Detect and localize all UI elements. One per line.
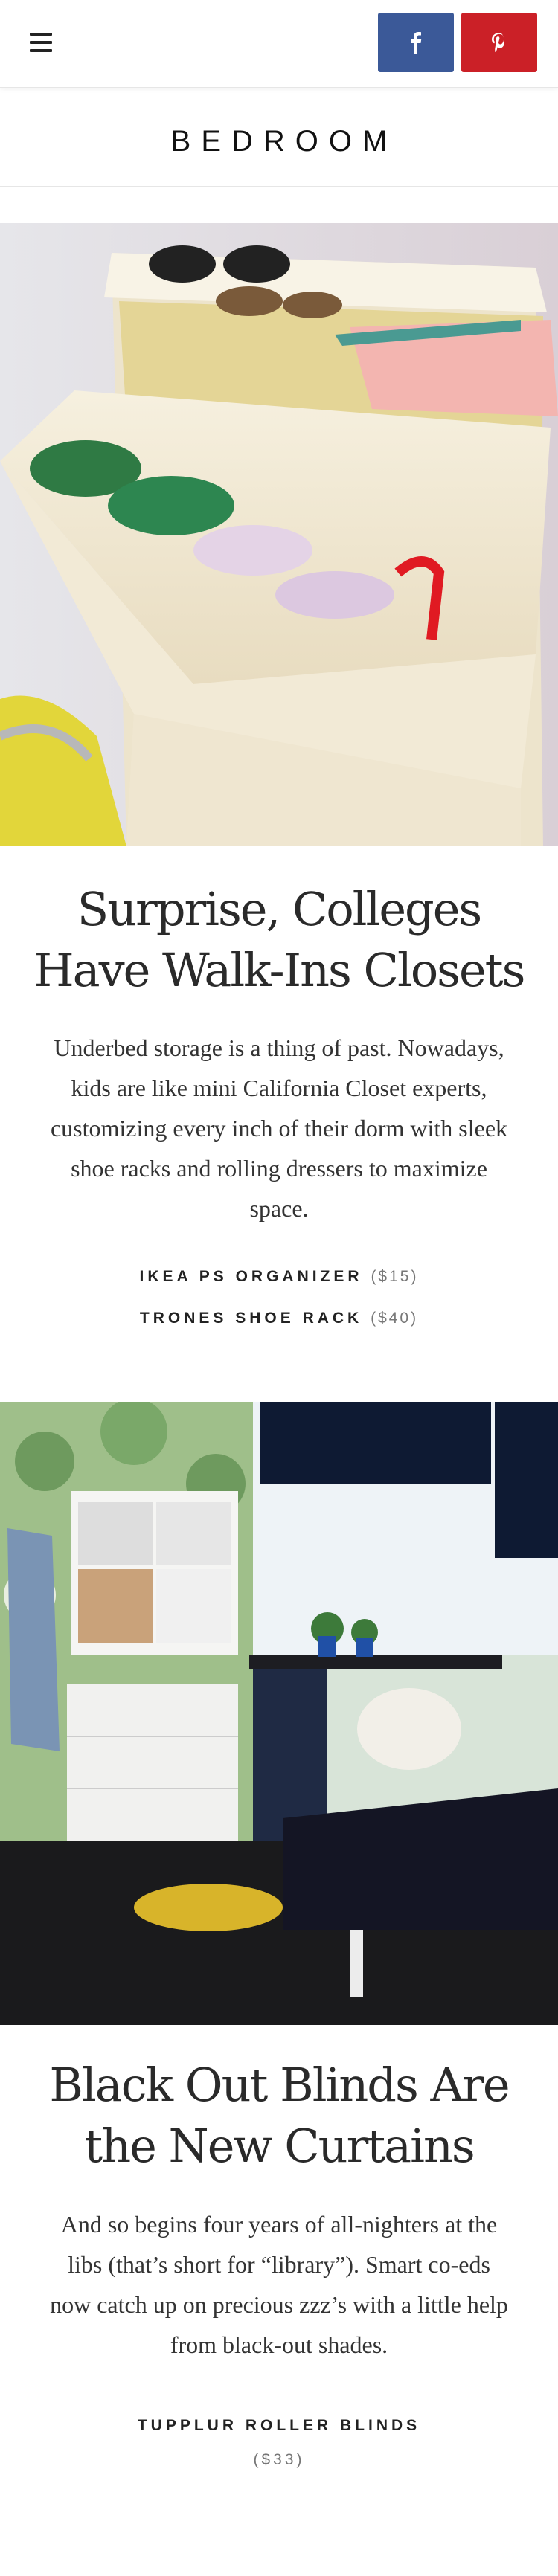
pinterest-share-button[interactable] bbox=[461, 13, 537, 72]
article-headline: Black Out Blinds Are the New Curtains bbox=[49, 2058, 510, 2173]
facebook-share-button[interactable] bbox=[378, 13, 454, 72]
article-body: And so begins four years of all-nighters… bbox=[50, 2211, 508, 2358]
product-price: ($33) bbox=[253, 2451, 305, 2468]
shoe-rack-photo bbox=[0, 223, 558, 846]
article-headline: Surprise, Colleges Have Walk-Ins Closets bbox=[33, 882, 526, 997]
product-name: TRONES SHOE RACK bbox=[139, 1310, 363, 1327]
bedroom-photo bbox=[0, 1402, 558, 2025]
product-link[interactable]: TUPPLUR ROLLER BLINDS bbox=[0, 2417, 558, 2435]
product-link[interactable]: TRONES SHOE RACK ($40) bbox=[0, 1310, 558, 1327]
section-title: BEDROOM bbox=[170, 125, 398, 158]
pinterest-icon bbox=[492, 33, 504, 53]
menu-icon[interactable] bbox=[30, 33, 55, 55]
article-body: Underbed storage is a thing of past. Now… bbox=[50, 1034, 508, 1222]
product-price: ($40) bbox=[371, 1310, 419, 1327]
product-name: IKEA PS ORGANIZER bbox=[139, 1268, 363, 1285]
divider bbox=[0, 186, 558, 187]
facebook-icon bbox=[411, 32, 422, 54]
top-bar bbox=[0, 0, 558, 88]
product-name: TUPPLUR ROLLER BLINDS bbox=[137, 2417, 421, 2434]
product-link[interactable]: IKEA PS ORGANIZER ($15) bbox=[0, 1268, 558, 1286]
product-price: ($15) bbox=[371, 1268, 419, 1285]
